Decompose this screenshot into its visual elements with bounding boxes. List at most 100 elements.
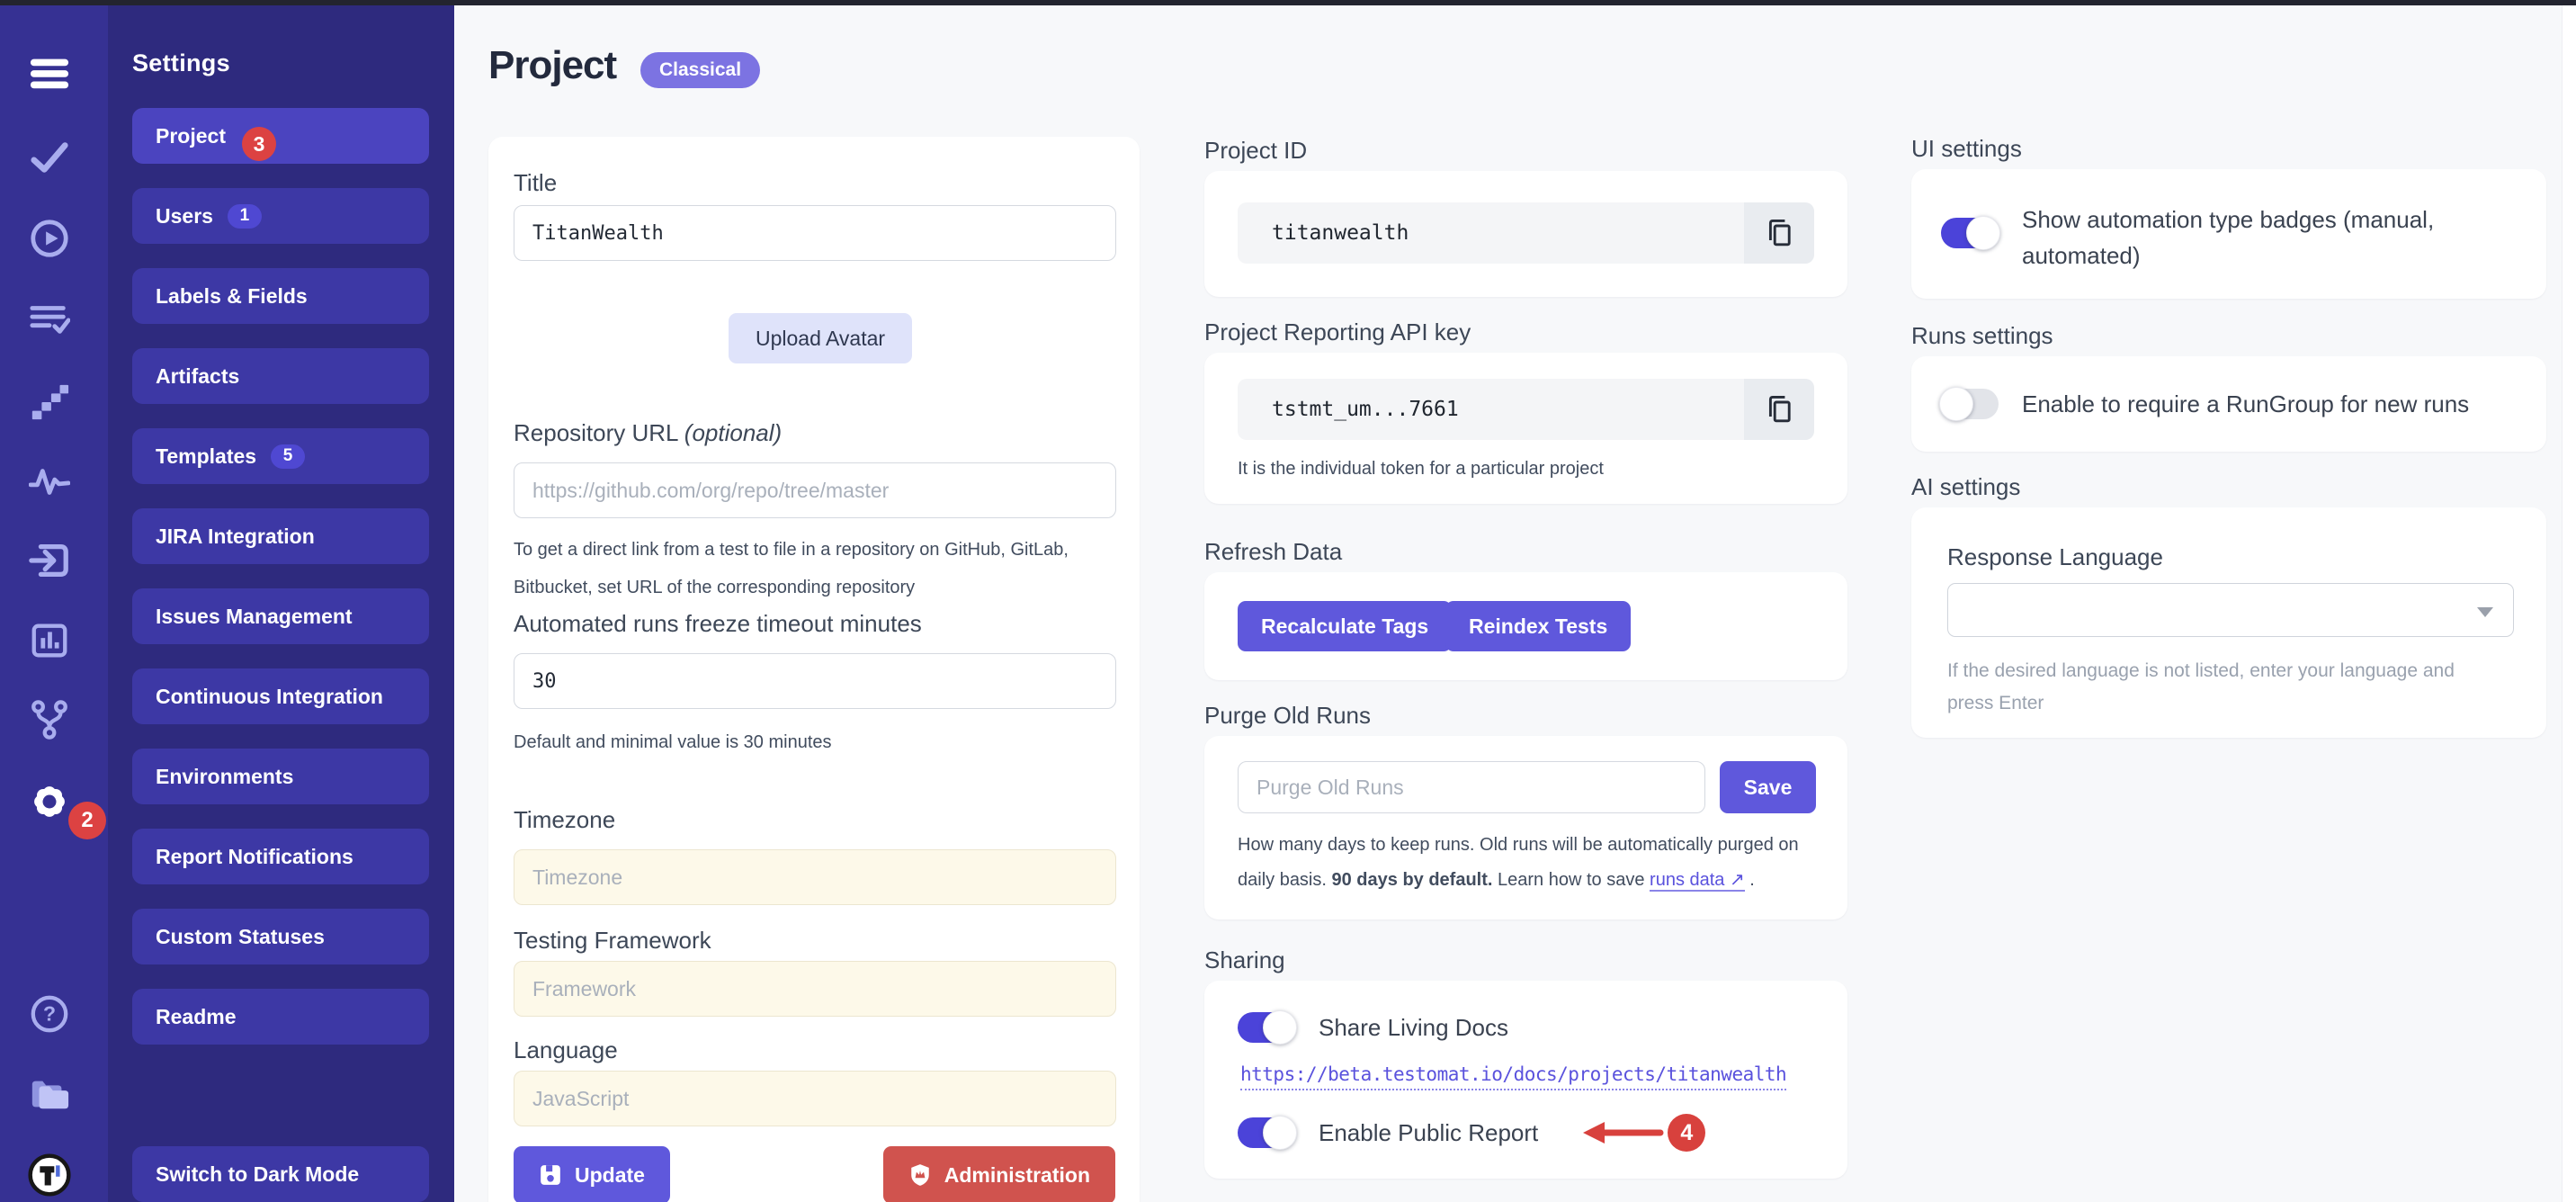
rungroup-toggle[interactable] [1941, 389, 1999, 419]
sidebar-item-labels-fields[interactable]: Labels & Fields [132, 268, 429, 324]
sidebar-item-label: Artifacts [156, 364, 239, 389]
import-icon[interactable] [28, 539, 71, 582]
save-button[interactable]: Save [1720, 761, 1816, 813]
templates-count-badge: 5 [271, 444, 305, 469]
sidebar-item-readme[interactable]: Readme [132, 989, 429, 1045]
rungroup-row: Enable to require a RunGroup for new run… [1941, 389, 2469, 419]
project-type-badge: Classical [640, 52, 760, 88]
sidebar-item-label: Labels & Fields [156, 284, 308, 309]
annotation-badge: 4 [1668, 1114, 1705, 1152]
sidebar-item-report-notifications[interactable]: Report Notifications [132, 829, 429, 884]
project-red-badge: 3 [242, 127, 276, 161]
steps-icon[interactable] [28, 381, 71, 424]
sidebar-item-templates[interactable]: Templates 5 [132, 428, 429, 484]
project-id-value: titanwealth [1238, 221, 1744, 245]
automation-badges-toggle[interactable] [1941, 218, 1999, 248]
response-language-select[interactable] [1947, 583, 2514, 637]
sharing-card: Share Living Docs https://beta.testomat.… [1204, 981, 1847, 1179]
timezone-input[interactable] [514, 849, 1116, 905]
refresh-data-label: Refresh Data [1204, 538, 1342, 566]
repository-url-input[interactable] [514, 462, 1116, 518]
api-key-label: Project Reporting API key [1204, 318, 1471, 346]
sidebar-item-label: Project [156, 124, 226, 148]
automation-badges-label: Show automation type badges (manual, aut… [2022, 202, 2454, 274]
settings-page: 2 ? Settings Project 3 Users 1 Labels & … [0, 0, 2576, 1202]
app-logo[interactable] [28, 1153, 71, 1197]
sidebar-item-label: Templates [156, 444, 256, 469]
scrollbar-track[interactable] [2562, 5, 2576, 1202]
external-link-icon[interactable]: ↗ [1724, 870, 1744, 892]
sidebar-item-label: Environments [156, 765, 293, 789]
sidebar-item-project[interactable]: Project 3 [132, 108, 429, 164]
upload-avatar-button[interactable]: Upload Avatar [729, 313, 912, 363]
title-label: Title [514, 169, 557, 197]
freeze-timeout-help: Default and minimal value is 30 minutes [514, 723, 832, 761]
optional-hint: (optional) [684, 419, 782, 446]
branches-icon[interactable] [28, 698, 71, 741]
help-icon[interactable]: ? [28, 992, 71, 1036]
annotation-arrow-4: 4 [1581, 1114, 1705, 1152]
api-key-help: It is the individual token for a particu… [1238, 457, 1604, 480]
sidebar-item-jira-integration[interactable]: JIRA Integration [132, 508, 429, 564]
dark-mode-toggle-item[interactable]: Switch to Dark Mode [132, 1146, 429, 1202]
sidebar-item-label: Switch to Dark Mode [156, 1162, 359, 1187]
title-input[interactable] [514, 205, 1116, 261]
sidebar-item-environments[interactable]: Environments [132, 749, 429, 804]
page-title: Project [488, 43, 616, 88]
reindex-tests-button[interactable]: Reindex Tests [1445, 601, 1631, 651]
recalculate-tags-button[interactable]: Recalculate Tags [1238, 601, 1452, 651]
freeze-timeout-label: Automated runs freeze timeout minutes [514, 610, 922, 638]
sidebar-item-label: Issues Management [156, 605, 353, 629]
runs-data-link[interactable]: runs data [1650, 870, 1724, 892]
living-docs-link[interactable]: https://beta.testomat.io/docs/projects/t… [1240, 1063, 1786, 1090]
sidebar-item-artifacts[interactable]: Artifacts [132, 348, 429, 404]
response-language-help: If the desired language is not listed, e… [1947, 655, 2505, 720]
testing-framework-input[interactable] [514, 961, 1116, 1017]
runs-settings-card: Enable to require a RunGroup for new run… [1911, 356, 2546, 452]
settings-notification-badge: 2 [68, 802, 106, 839]
settings-gear-icon[interactable] [28, 780, 71, 823]
runs-play-icon[interactable] [28, 217, 71, 260]
repository-url-help: To get a direct link from a test to file… [514, 531, 1125, 606]
ui-settings-label: UI settings [1911, 135, 2022, 163]
api-key-card: tstmt_um...7661 It is the individual tok… [1204, 353, 1847, 504]
enable-public-report-row: Enable Public Report 4 [1238, 1114, 1705, 1152]
copy-icon[interactable] [1744, 379, 1814, 440]
ai-settings-label: AI settings [1911, 473, 2020, 501]
purge-old-runs-input[interactable] [1238, 761, 1705, 813]
refresh-data-card: Recalculate Tags Reindex Tests [1204, 572, 1847, 680]
sidebar-item-issues-management[interactable]: Issues Management [132, 588, 429, 644]
svg-text:?: ? [43, 1002, 56, 1026]
purge-help: How many days to keep runs. Old runs wil… [1238, 828, 1820, 898]
sidebar-item-continuous-integration[interactable]: Continuous Integration [132, 668, 429, 724]
menu-icon[interactable] [28, 50, 71, 94]
test-plan-checklist-icon[interactable] [28, 297, 71, 340]
projects-folder-icon[interactable] [28, 1072, 71, 1115]
language-label: Language [514, 1036, 618, 1064]
save-icon [539, 1163, 562, 1187]
project-form-card: Title Upload Avatar Repository URL (opti… [488, 137, 1140, 1202]
settings-sidebar: Settings Project 3 Users 1 Labels & Fiel… [108, 0, 454, 1202]
repository-url-label: Repository URL (optional) [514, 419, 782, 447]
api-key-field: tstmt_um...7661 [1238, 379, 1814, 440]
enable-public-report-toggle[interactable] [1238, 1117, 1295, 1148]
sidebar-item-custom-statuses[interactable]: Custom Statuses [132, 909, 429, 964]
language-input[interactable] [514, 1071, 1116, 1126]
share-living-docs-row: Share Living Docs [1238, 1012, 1508, 1043]
update-button[interactable]: Update [514, 1146, 670, 1202]
ai-settings-card: Response Language If the desired languag… [1911, 507, 2546, 738]
sidebar-item-users[interactable]: Users 1 [132, 188, 429, 244]
api-key-value: tstmt_um...7661 [1238, 398, 1744, 421]
copy-icon[interactable] [1744, 202, 1814, 264]
pulse-icon[interactable] [28, 460, 71, 503]
tests-check-icon[interactable] [28, 136, 71, 179]
timezone-label: Timezone [514, 806, 615, 834]
purge-old-runs-card: Save How many days to keep runs. Old run… [1204, 736, 1847, 919]
sharing-label: Sharing [1204, 946, 1285, 974]
sidebar-item-label: JIRA Integration [156, 525, 315, 549]
administration-button[interactable]: Administration [883, 1146, 1115, 1202]
share-living-docs-toggle[interactable] [1238, 1012, 1295, 1043]
analytics-chart-icon[interactable] [28, 619, 71, 662]
freeze-timeout-input[interactable] [514, 653, 1116, 709]
dropdown-arrow-icon [2477, 607, 2493, 617]
